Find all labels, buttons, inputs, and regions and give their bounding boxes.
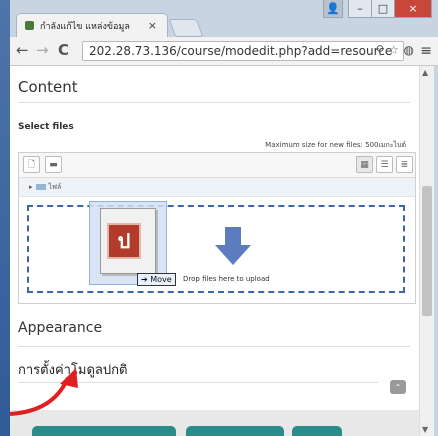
address-bar[interactable]: 202.28.73.136/course/modedit.php?add=res… [82,41,404,61]
select-files-label: Select files [18,122,74,132]
upload-arrow-icon [215,227,251,265]
desktop-edge [0,0,10,436]
pdf-badge-icon: ป [107,223,141,259]
divider [18,346,410,347]
tab-title: กำลังแก้ไข แหล่งข้อมูล [40,21,130,32]
maximize-button[interactable]: □ [371,0,395,18]
file-picker: 🗋 ▬ ▦ ☰ ≣ ▸ ไฟล์ Drop files here to uplo… [18,152,416,304]
vertical-scrollbar[interactable]: ▲ ▼ [419,66,434,436]
annotation-arrow-icon [10,368,78,416]
user-profile-icon[interactable]: 👤 [323,0,343,18]
window-controls: 👤 – □ × [323,0,432,18]
drop-text: Drop files here to upload [183,275,270,283]
save-display-button[interactable] [186,426,284,436]
address-text: 202.28.73.136/course/modedit.php?add=res… [89,44,393,58]
reload-icon[interactable]: C [58,41,69,59]
menu-icon[interactable]: ≡ [420,43,432,59]
file-picker-toolbar: 🗋 ▬ ▦ ☰ ≣ [19,153,415,178]
tree-view-icon[interactable]: ≣ [396,156,413,173]
path-label[interactable]: ไฟล์ [49,182,62,193]
bookmark-star-icon[interactable]: ⚲ ☆ [376,43,399,57]
page-content: Content Select files Maximum size for ne… [10,66,420,436]
list-view-icon[interactable]: ☰ [376,156,393,173]
tab-close-icon[interactable]: × [148,19,157,32]
minimize-button[interactable]: – [348,0,372,18]
extension-icon[interactable]: ◍ [404,43,414,57]
browser-window: กำลังแก้ไข แหล่งข้อมูล × 👤 – □ × ← → C 2… [10,0,438,436]
cancel-button[interactable] [292,426,342,436]
new-tab-button[interactable] [168,19,204,37]
content-heading: Content [18,78,78,96]
drop-zone[interactable]: Drop files here to upload ป ➔ Move [27,201,405,293]
icon-view-icon[interactable]: ▦ [356,156,373,173]
save-return-button[interactable] [32,426,176,436]
add-file-icon[interactable]: 🗋 [23,156,40,173]
folder-icon [35,184,46,190]
appearance-heading[interactable]: Appearance [18,320,102,336]
move-arrow-icon: ➔ [141,275,148,284]
back-icon[interactable]: ← [16,41,29,59]
tab-favicon-icon [25,21,34,30]
pdf-file-icon: ป [100,208,156,274]
scrollbar-thumb[interactable] [422,186,432,316]
max-size-text: Maximum size for new files: 500เมกะไบต์ [265,141,406,149]
browser-tab[interactable]: กำลังแก้ไข แหล่งข้อมูล × [16,13,168,37]
forward-icon[interactable]: → [36,41,49,59]
breadcrumb: ▸ ไฟล์ [19,178,415,197]
scroll-up-icon[interactable]: ▲ [422,68,428,77]
browser-toolbar: ← → C 202.28.73.136/course/modedit.php?a… [10,37,438,66]
move-label: Move [150,275,172,284]
create-folder-icon[interactable]: ▬ [45,156,62,173]
move-tooltip: ➔ Move [137,273,176,286]
close-button[interactable]: × [394,0,432,18]
scroll-down-icon[interactable]: ▼ [422,425,428,434]
divider [18,102,410,103]
collapse-icon[interactable]: ⌃ [390,380,406,394]
chevron-right-icon: ▸ [29,183,33,191]
